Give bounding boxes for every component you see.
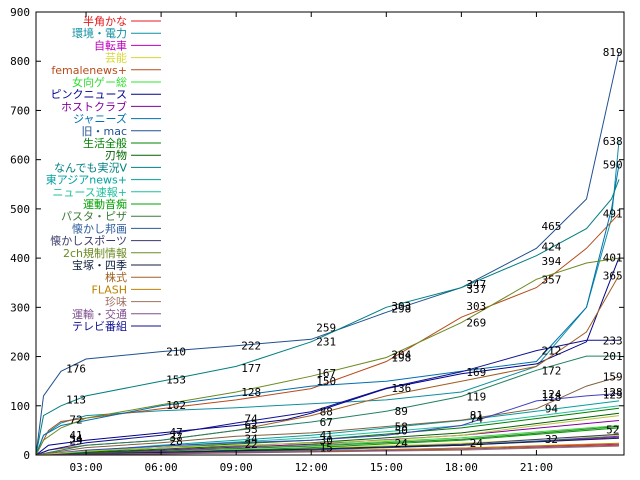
legend-label: テレビ番組 bbox=[72, 320, 127, 333]
y-tick-label: 0 bbox=[23, 449, 30, 462]
data-label: 365 bbox=[603, 269, 623, 282]
legend-label: 女向ゲー総 bbox=[72, 75, 127, 89]
y-tick-label: 300 bbox=[10, 301, 30, 314]
legend-label: 懐かしスポーツ bbox=[50, 234, 127, 248]
data-label: 67 bbox=[320, 416, 333, 429]
data-label: 394 bbox=[542, 255, 562, 268]
data-label: 74 bbox=[470, 413, 484, 426]
x-tick-label: 15:00 bbox=[370, 461, 403, 474]
data-label: 357 bbox=[542, 273, 562, 286]
legend-label: 芸能 bbox=[105, 51, 127, 65]
legend-label: 環境・電力 bbox=[72, 26, 127, 40]
legend-label: ニュース速報+ bbox=[52, 186, 127, 199]
data-label: 177 bbox=[241, 362, 261, 375]
legend-label: パスタ・ピザ bbox=[61, 210, 127, 223]
legend: 半角かな環境・電力自転車芸能femalenews+女向ゲー総ピンクニュースホスト… bbox=[46, 14, 161, 333]
legend-label: 宝塚・四季 bbox=[72, 258, 127, 272]
legend-label: 株式 bbox=[105, 270, 127, 284]
data-label: 29 bbox=[69, 435, 82, 448]
legend-label: 東アジアnews+ bbox=[46, 174, 127, 187]
legend-label: 運輸・交通 bbox=[72, 307, 127, 321]
data-label: 50 bbox=[395, 424, 408, 437]
legend-label: 刃物 bbox=[105, 148, 127, 162]
x-tick-label: 12:00 bbox=[295, 461, 328, 474]
data-label: 172 bbox=[542, 364, 562, 377]
x-tick-label: 18:00 bbox=[445, 461, 478, 474]
data-label: 24 bbox=[470, 437, 484, 450]
data-label: 298 bbox=[391, 302, 411, 315]
legend-label: ジャニーズ bbox=[73, 112, 127, 126]
data-label: 89 bbox=[395, 405, 408, 418]
y-tick-label: 100 bbox=[10, 400, 30, 413]
data-label: 15 bbox=[320, 442, 333, 455]
data-label: 153 bbox=[166, 374, 186, 387]
y-tick-label: 800 bbox=[10, 55, 30, 68]
data-label-layer: 638491401590176210 2222593033474658191131… bbox=[66, 46, 623, 455]
data-label: 28 bbox=[169, 435, 182, 448]
legend-label: ピンクニュース bbox=[51, 88, 127, 101]
x-tick-label: 06:00 bbox=[145, 461, 178, 474]
y-tick-label: 900 bbox=[10, 6, 30, 19]
legend-label: FLASH bbox=[92, 283, 128, 296]
legend-label: 生活全般 bbox=[83, 136, 127, 150]
x-tick-label: 03:00 bbox=[69, 461, 102, 474]
data-label: 337 bbox=[466, 283, 486, 296]
legend-label: ホストクラブ bbox=[61, 99, 127, 113]
data-label: 231 bbox=[316, 335, 336, 348]
y-tick-label: 600 bbox=[10, 154, 30, 167]
line-chart: 638491401590176210 2222593033474658191131… bbox=[10, 6, 625, 474]
y-tick-label: 400 bbox=[10, 252, 30, 265]
data-label: 303 bbox=[466, 300, 486, 313]
data-label: 465 bbox=[542, 220, 562, 233]
x-tick-label: 09:00 bbox=[220, 461, 253, 474]
data-label: 176 bbox=[66, 362, 86, 375]
legend-label: 2ch規制情報 bbox=[63, 246, 127, 260]
data-label: 169 bbox=[466, 366, 486, 379]
data-label: 269 bbox=[466, 317, 486, 330]
data-label: 72 bbox=[69, 414, 82, 427]
data-label: 212 bbox=[542, 345, 562, 358]
data-label: 819 bbox=[603, 46, 623, 59]
data-label: 159 bbox=[603, 371, 623, 384]
legend-label: femalenews+ bbox=[51, 64, 127, 77]
legend-label: 半角かな bbox=[83, 14, 127, 28]
data-label: 32 bbox=[545, 433, 558, 446]
x-tick-label: 21:00 bbox=[520, 461, 553, 474]
data-label: 638 bbox=[603, 135, 623, 148]
y-tick-label: 200 bbox=[10, 351, 30, 364]
data-label: 259 bbox=[316, 322, 336, 335]
y-tick-label: 700 bbox=[10, 104, 30, 117]
data-label: 136 bbox=[391, 382, 411, 395]
legend-label: 珍味 bbox=[105, 296, 127, 309]
data-label: 210 bbox=[166, 346, 186, 359]
legend-label: 懐かし邦画 bbox=[72, 221, 127, 235]
data-label: 119 bbox=[466, 390, 486, 403]
data-label: 52 bbox=[606, 423, 619, 436]
legend-label: 旧・mac bbox=[81, 125, 127, 138]
x-axis: 03:00 06:00 09:00 12:00 15:00 18:00 21:00 bbox=[69, 12, 553, 474]
data-label: 123 bbox=[603, 388, 623, 401]
data-label: 198 bbox=[391, 352, 411, 365]
data-label: 222 bbox=[241, 340, 261, 353]
data-label: 102 bbox=[166, 399, 186, 412]
data-label: 150 bbox=[316, 375, 336, 388]
data-label: 94 bbox=[545, 403, 559, 416]
data-label: 128 bbox=[241, 386, 261, 399]
data-label: 233 bbox=[603, 334, 623, 347]
legend-label: なんでも実況V bbox=[54, 160, 127, 174]
legend-label: 運動音痴 bbox=[83, 197, 127, 211]
data-label: 590 bbox=[603, 159, 623, 172]
data-label: 424 bbox=[542, 240, 562, 253]
legend-label: 自転車 bbox=[94, 38, 127, 52]
y-tick-label: 500 bbox=[10, 203, 30, 216]
data-label: 113 bbox=[66, 393, 86, 406]
data-label: 22 bbox=[245, 438, 258, 451]
data-label: 24 bbox=[395, 437, 409, 450]
